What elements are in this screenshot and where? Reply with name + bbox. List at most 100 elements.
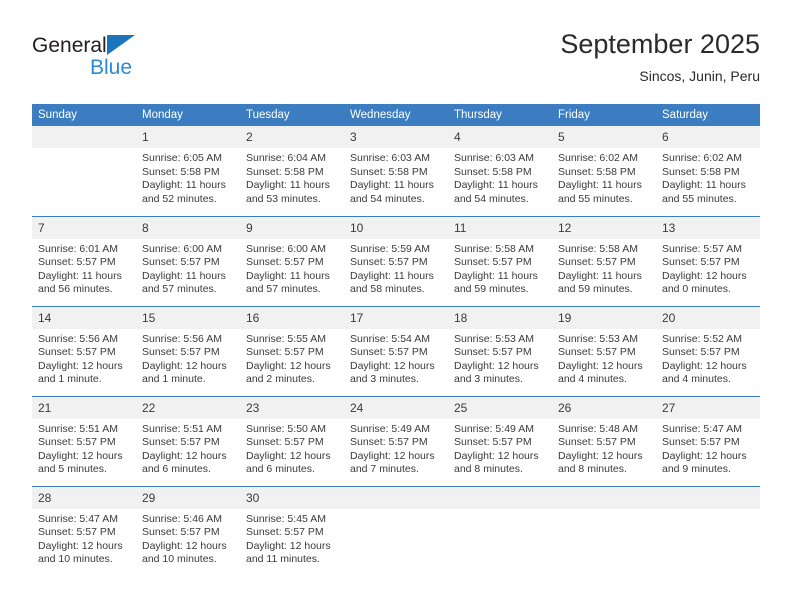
calendar-day-cell[interactable]: 15 Sunrise: 5:56 AM Sunset: 5:57 PM Dayligh… — [136, 305, 240, 396]
day-detail-line: Sunrise: 5:58 AM — [454, 242, 534, 255]
day-detail-line: Sunset: 5:57 PM — [142, 346, 220, 359]
day-number: 12 — [552, 216, 656, 239]
day-detail-line: Sunrise: 6:03 AM — [454, 152, 534, 164]
day-detail-line: Daylight: 12 hours — [142, 359, 227, 372]
calendar-day-cell[interactable]: 28 Sunrise: 5:47 AM Sunset: 5:57 PM Dayligh… — [32, 485, 136, 576]
location-subtitle: Sincos, Junin, Peru — [639, 68, 760, 84]
calendar-day-cell[interactable]: 18 Sunrise: 5:53 AM Sunset: 5:57 PM Dayligh… — [448, 305, 552, 396]
calendar-day-cell[interactable]: 21 Sunrise: 5:51 AM Sunset: 5:57 PM Dayligh… — [32, 395, 136, 486]
day-detail-line: Sunset: 5:57 PM — [142, 256, 220, 269]
calendar-day-cell[interactable]: 1 Sunrise: 6:05 AM Sunset: 5:58 PM Daylight… — [136, 126, 240, 216]
day-detail-line: and 59 minutes. — [558, 283, 633, 296]
calendar-day-cell[interactable]: 4 Sunrise: 6:03 AM Sunset: 5:58 PM Daylight… — [448, 126, 552, 216]
page-header: General Blue September 2025 Sincos, Juni… — [32, 28, 760, 100]
calendar-day-cell[interactable]: 3 Sunrise: 6:03 AM Sunset: 5:58 PM Daylight… — [344, 126, 448, 216]
calendar-day-cell[interactable]: 9 Sunrise: 6:00 AM Sunset: 5:57 PM Daylight… — [240, 215, 344, 306]
calendar-day-cell[interactable]: 19 Sunrise: 5:53 AM Sunset: 5:57 PM Dayligh… — [552, 305, 656, 396]
day-details: Sunrise: 6:02 AM Sunset: 5:58 PM Daylight:… — [656, 148, 760, 206]
day-detail-line: Daylight: 12 hours — [246, 359, 331, 372]
day-number: 3 — [344, 126, 448, 148]
day-detail-line: Daylight: 12 hours — [662, 269, 747, 282]
calendar-day-cell[interactable]: 17 Sunrise: 5:54 AM Sunset: 5:57 PM Dayligh… — [344, 305, 448, 396]
day-number — [32, 126, 136, 148]
day-detail-line: Sunrise: 6:02 AM — [558, 152, 638, 164]
calendar-day-cell[interactable]: 26 Sunrise: 5:48 AM Sunset: 5:57 PM Dayligh… — [552, 395, 656, 486]
day-detail-line: Daylight: 11 hours — [454, 179, 538, 192]
day-detail-line: Sunset: 5:57 PM — [38, 346, 116, 359]
calendar-day-cell[interactable]: 20 Sunrise: 5:52 AM Sunset: 5:57 PM Dayligh… — [656, 305, 760, 396]
calendar-day-cell-empty — [32, 126, 136, 216]
calendar-day-cell[interactable]: 10 Sunrise: 5:59 AM Sunset: 5:57 PM Dayligh… — [344, 215, 448, 306]
day-details: Sunrise: 5:59 AM Sunset: 5:57 PM Daylight:… — [344, 239, 448, 297]
calendar-day-cell[interactable]: 13 Sunrise: 5:57 AM Sunset: 5:57 PM Dayligh… — [656, 215, 760, 306]
day-details: Sunrise: 5:49 AM Sunset: 5:57 PM Daylight:… — [448, 419, 552, 477]
calendar-day-cell[interactable]: 25 Sunrise: 5:49 AM Sunset: 5:57 PM Dayligh… — [448, 395, 552, 486]
day-details: Sunrise: 5:45 AM Sunset: 5:57 PM Daylight:… — [240, 509, 344, 567]
weekday-header-friday: Friday — [552, 104, 656, 126]
day-number: 27 — [656, 396, 760, 419]
day-details — [448, 509, 552, 513]
day-details: Sunrise: 5:46 AM Sunset: 5:57 PM Daylight:… — [136, 509, 240, 567]
day-detail-line: Daylight: 11 hours — [558, 179, 642, 192]
day-number — [344, 486, 448, 509]
calendar-day-cell[interactable]: 2 Sunrise: 6:04 AM Sunset: 5:58 PM Daylight… — [240, 126, 344, 216]
brand-name-blue: Blue — [90, 56, 133, 79]
day-number: 29 — [136, 486, 240, 509]
day-details — [344, 509, 448, 513]
day-detail-line: and 6 minutes. — [142, 463, 211, 476]
day-detail-line: Sunset: 5:57 PM — [454, 256, 532, 269]
calendar-day-cell[interactable]: 29 Sunrise: 5:46 AM Sunset: 5:57 PM Dayligh… — [136, 485, 240, 576]
day-detail-line: Sunrise: 5:52 AM — [662, 332, 742, 345]
calendar-day-cell[interactable]: 14 Sunrise: 5:56 AM Sunset: 5:57 PM Dayligh… — [32, 305, 136, 396]
calendar-day-cell[interactable]: 12 Sunrise: 5:58 AM Sunset: 5:57 PM Dayligh… — [552, 215, 656, 306]
day-detail-line: Sunset: 5:57 PM — [142, 436, 220, 449]
day-detail-line: and 1 minute. — [142, 373, 206, 386]
day-details: Sunrise: 5:54 AM Sunset: 5:57 PM Daylight:… — [344, 329, 448, 387]
day-detail-line: Sunset: 5:57 PM — [246, 526, 324, 539]
weekday-header-sunday: Sunday — [32, 104, 136, 126]
day-detail-line: Daylight: 11 hours — [350, 269, 434, 282]
calendar-table: Sunday Monday Tuesday Wednesday Thursday Frid… — [32, 104, 760, 576]
weekday-header-wednesday: Wednesday — [344, 104, 448, 126]
day-detail-line: and 4 minutes. — [662, 373, 731, 386]
calendar-day-cell[interactable]: 23 Sunrise: 5:50 AM Sunset: 5:57 PM Dayligh… — [240, 395, 344, 486]
day-detail-line: Sunrise: 5:46 AM — [142, 512, 222, 525]
calendar-day-cell[interactable]: 22 Sunrise: 5:51 AM Sunset: 5:57 PM Dayligh… — [136, 395, 240, 486]
calendar-day-cell[interactable]: 6 Sunrise: 6:02 AM Sunset: 5:58 PM Daylight… — [656, 126, 760, 216]
day-detail-line: Sunrise: 5:51 AM — [38, 422, 118, 435]
day-details: Sunrise: 5:56 AM Sunset: 5:57 PM Daylight:… — [32, 329, 136, 387]
calendar-day-cell[interactable]: 27 Sunrise: 5:47 AM Sunset: 5:57 PM Dayligh… — [656, 395, 760, 486]
calendar-day-cell[interactable]: 7 Sunrise: 6:01 AM Sunset: 5:57 PM Daylight… — [32, 215, 136, 306]
day-detail-line: Sunset: 5:57 PM — [454, 346, 532, 359]
calendar-day-cell[interactable]: 5 Sunrise: 6:02 AM Sunset: 5:58 PM Daylight… — [552, 126, 656, 216]
day-detail-line: Sunrise: 5:50 AM — [246, 422, 326, 435]
day-detail-line: Daylight: 12 hours — [350, 359, 435, 372]
day-detail-line: and 57 minutes. — [246, 283, 321, 296]
weekday-header-thursday: Thursday — [448, 104, 552, 126]
calendar-day-cell[interactable]: 11 Sunrise: 5:58 AM Sunset: 5:57 PM Dayligh… — [448, 215, 552, 306]
calendar-week-row: 1 Sunrise: 6:05 AM Sunset: 5:58 PM Daylight… — [32, 126, 760, 216]
calendar-day-cell-empty — [448, 485, 552, 576]
brand-logo[interactable]: General Blue — [32, 34, 272, 92]
weekday-header-monday: Monday — [136, 104, 240, 126]
day-detail-line: Sunrise: 5:59 AM — [350, 242, 430, 255]
day-details: Sunrise: 5:51 AM Sunset: 5:57 PM Daylight:… — [32, 419, 136, 477]
day-details: Sunrise: 6:00 AM Sunset: 5:57 PM Daylight:… — [240, 239, 344, 297]
day-detail-line: and 58 minutes. — [350, 283, 425, 296]
calendar-day-cell[interactable]: 8 Sunrise: 6:00 AM Sunset: 5:57 PM Daylight… — [136, 215, 240, 306]
day-detail-line: Daylight: 12 hours — [558, 449, 643, 462]
calendar-week-row: 28 Sunrise: 5:47 AM Sunset: 5:57 PM Dayligh… — [32, 485, 760, 576]
day-detail-line: and 3 minutes. — [454, 373, 523, 386]
day-detail-line: and 53 minutes. — [246, 192, 321, 205]
day-detail-line: Sunset: 5:57 PM — [662, 346, 740, 359]
day-detail-line: Sunrise: 5:47 AM — [662, 422, 742, 435]
calendar-day-cell[interactable]: 24 Sunrise: 5:49 AM Sunset: 5:57 PM Dayligh… — [344, 395, 448, 486]
calendar-day-cell[interactable]: 16 Sunrise: 5:55 AM Sunset: 5:57 PM Dayligh… — [240, 305, 344, 396]
day-number: 2 — [240, 126, 344, 148]
day-detail-line: Sunset: 5:57 PM — [142, 526, 220, 539]
day-detail-line: Daylight: 12 hours — [454, 359, 539, 372]
calendar-day-cell[interactable]: 30 Sunrise: 5:45 AM Sunset: 5:57 PM Dayligh… — [240, 485, 344, 576]
calendar-day-cell-empty — [552, 485, 656, 576]
day-details: Sunrise: 6:03 AM Sunset: 5:58 PM Daylight:… — [344, 148, 448, 206]
calendar-week-row: 7 Sunrise: 6:01 AM Sunset: 5:57 PM Daylight… — [32, 215, 760, 306]
